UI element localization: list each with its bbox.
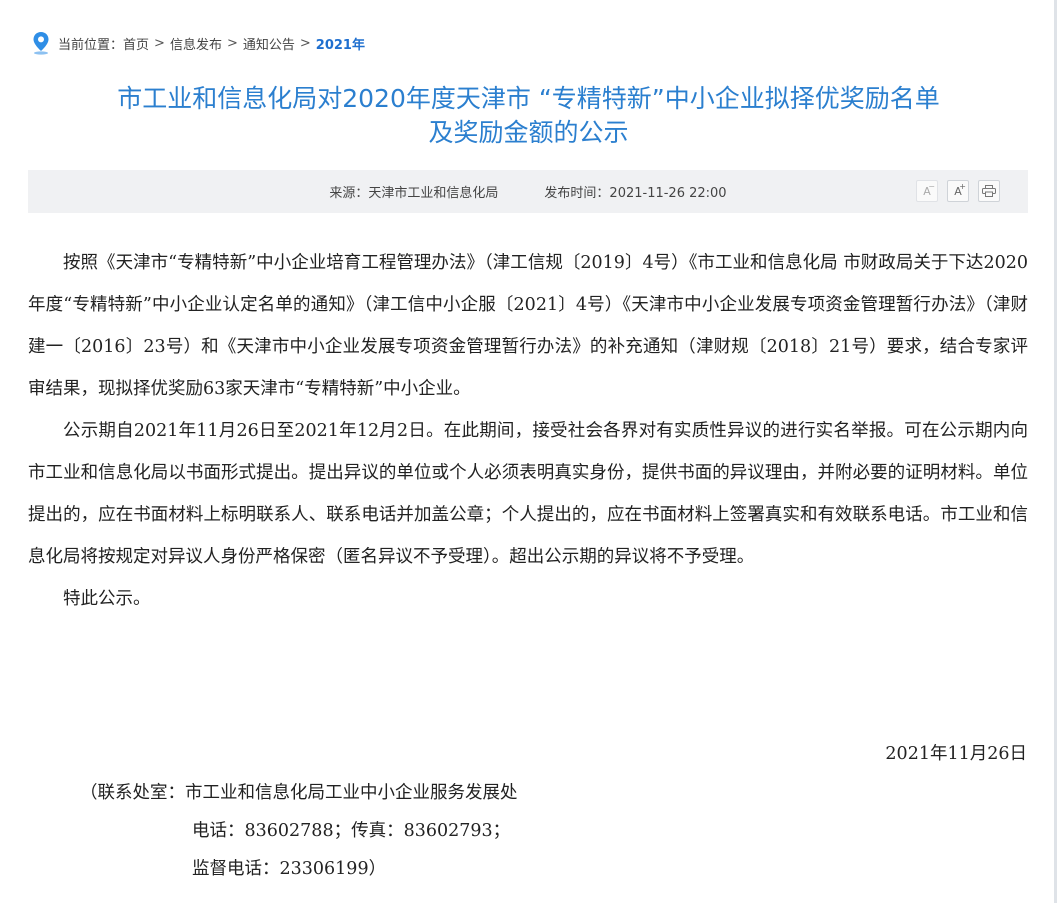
- breadcrumb-prefix: 当前位置：: [58, 37, 124, 53]
- breadcrumb-home-link[interactable]: 首页: [123, 34, 149, 53]
- breadcrumb-separator: >: [299, 35, 311, 51]
- article-paragraph: 特此公示。: [63, 589, 151, 609]
- article-tools: A − A +: [916, 180, 1000, 202]
- breadcrumb-info-release-link[interactable]: 信息发布: [170, 34, 222, 53]
- font-smaller-button[interactable]: A −: [916, 180, 938, 202]
- breadcrumb-separator: >: [226, 35, 238, 51]
- article-title: 市工业和信息化局对2020年度天津市 “专精特新”中小企业拟择优奖励名单 及奖励…: [60, 82, 997, 150]
- article-paragraph: 公示期自2021年11月26日至2021年12月2日。在此期间，接受社会各界对有…: [28, 421, 1028, 567]
- font-larger-button[interactable]: A +: [947, 180, 969, 202]
- article-title-line2: 及奖励金额的公示: [428, 118, 629, 147]
- article-title-line1: 市工业和信息化局对2020年度天津市 “专精特新”中小企业拟择优奖励名单: [117, 84, 940, 113]
- article-body: 按照《天津市“专精特新”中小企业培育工程管理办法》（津工信规〔2019〕4号）《…: [28, 242, 1028, 620]
- print-button[interactable]: [978, 180, 1000, 202]
- article-publish-time: 发布时间：2021-11-26 22:00: [544, 186, 727, 201]
- article-meta-bar: 来源：天津市工业和信息化局 发布时间：2021-11-26 22:00 A − A…: [28, 170, 1028, 213]
- article-source: 来源：天津市工业和信息化局: [329, 186, 499, 201]
- breadcrumb-notice-link[interactable]: 通知公告: [243, 34, 295, 53]
- breadcrumb-current-year-link[interactable]: 2021年: [316, 34, 365, 53]
- article-date: 2021年11月26日: [885, 744, 1027, 764]
- contact-office: （联系处室：市工业和信息化局工业中小企业服务发展处: [80, 783, 518, 803]
- article-meta: 来源：天津市工业和信息化局 发布时间：2021-11-26 22:00: [28, 170, 1028, 213]
- printer-icon: [982, 185, 996, 197]
- location-pin-icon: [30, 30, 52, 56]
- contact-info: （联系处室：市工业和信息化局工业中小企业服务发展处 电话：83602788；传真…: [80, 774, 518, 888]
- breadcrumb-separator: >: [154, 35, 165, 51]
- contact-supervise-phone: 监督电话：23306199）: [192, 859, 387, 879]
- article-paragraph: 按照《天津市“专精特新”中小企业培育工程管理办法》（津工信规〔2019〕4号）《…: [28, 253, 1028, 399]
- breadcrumb: 当前位置： 首页 > 信息发布 > 通知公告 > 2021年: [30, 30, 365, 56]
- contact-phone: 电话：83602788；传真：83602793；: [192, 821, 511, 841]
